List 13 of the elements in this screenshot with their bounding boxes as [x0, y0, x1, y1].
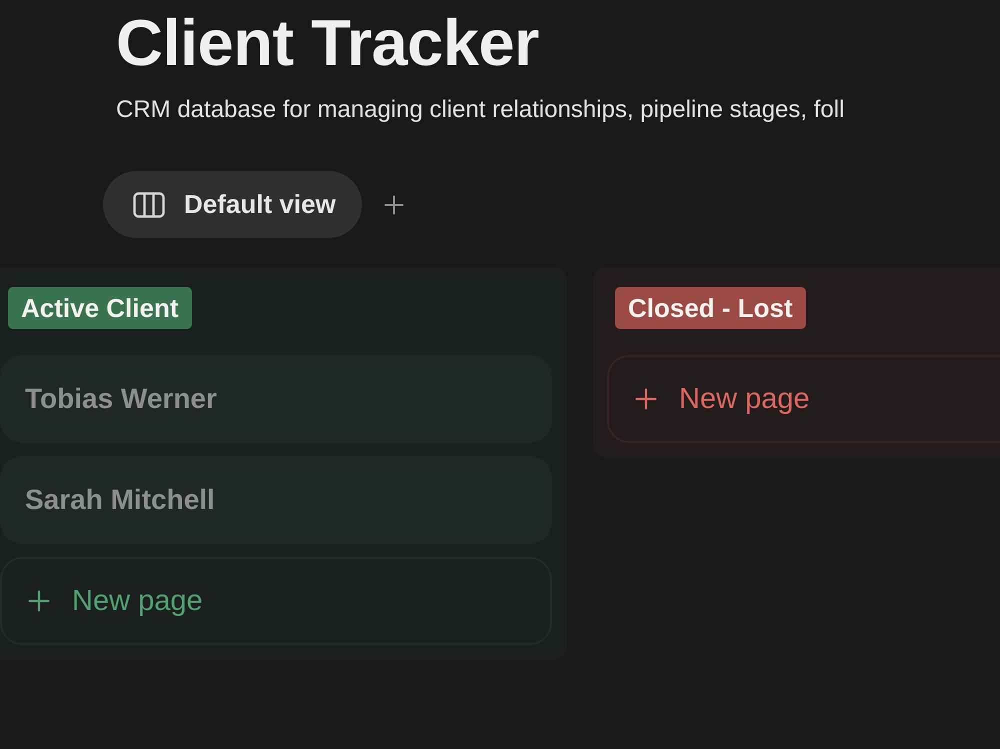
status-tag: Active Client: [8, 287, 192, 329]
view-tab[interactable]: Default view: [103, 171, 362, 238]
new-page-button[interactable]: New page: [0, 557, 552, 645]
plus-icon[interactable]: [384, 194, 404, 214]
new-page-button[interactable]: New page: [607, 355, 1000, 443]
plus-icon: [28, 590, 50, 612]
status-tag: Closed - Lost: [615, 287, 806, 329]
client-card[interactable]: Sarah Mitchell: [0, 456, 552, 544]
client-card[interactable]: Tobias Werner: [0, 355, 552, 443]
page-title: Client Tracker: [116, 7, 539, 79]
columns-icon: [133, 192, 165, 218]
plus-icon: [635, 388, 657, 410]
page-description: CRM database for managing client relationships, pipeline stages, foll: [116, 95, 844, 125]
